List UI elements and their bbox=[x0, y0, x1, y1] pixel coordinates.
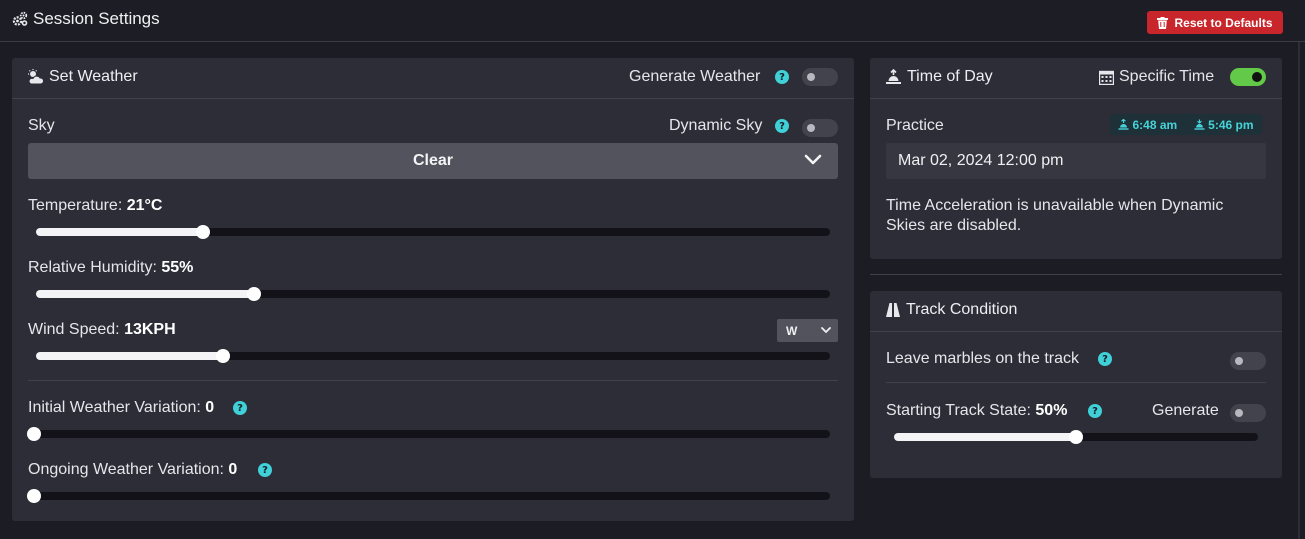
humidity-slider-fill bbox=[36, 290, 254, 298]
sky-select-value: Clear bbox=[412, 152, 454, 169]
session-settings-header: Session Settings Reset to Defaults bbox=[0, 0, 1305, 42]
trash-icon bbox=[1157, 16, 1169, 29]
track-generate-toggle[interactable] bbox=[1230, 404, 1266, 422]
sunset-badge: 5:46 pm bbox=[1194, 117, 1254, 132]
time-of-day-title-text: Time of Day bbox=[907, 68, 993, 85]
track-state-label: Starting Track State: 50% bbox=[886, 402, 1067, 420]
generate-weather-toggle[interactable] bbox=[802, 68, 838, 86]
temperature-slider-fill bbox=[36, 228, 203, 236]
reset-button-label: Reset to Defaults bbox=[1174, 15, 1273, 30]
wind-direction-select[interactable]: W bbox=[777, 319, 838, 342]
sunrise-badge: 6:48 am bbox=[1118, 118, 1177, 132]
humidity-slider-thumb[interactable] bbox=[246, 287, 261, 301]
panel-separator bbox=[870, 274, 1282, 275]
sunset-icon bbox=[1194, 119, 1205, 130]
datetime-value: Mar 02, 2024 12:00 pm bbox=[898, 152, 1064, 169]
ongoing-variation-slider-thumb[interactable] bbox=[27, 489, 41, 503]
help-icon[interactable]: ? bbox=[1088, 404, 1102, 418]
divider bbox=[28, 380, 838, 381]
ongoing-variation-label-text: Ongoing Weather Variation: bbox=[28, 461, 229, 478]
specific-time-label: Specific Time bbox=[1099, 68, 1214, 86]
page-title: Session Settings bbox=[12, 9, 160, 29]
humidity-label-text: Relative Humidity: bbox=[28, 259, 162, 276]
humidity-value: 55% bbox=[161, 259, 194, 276]
session-label: Practice bbox=[886, 117, 944, 134]
help-icon[interactable]: ? bbox=[258, 463, 272, 477]
set-weather-title: Set Weather bbox=[27, 68, 138, 86]
scrollbar-track[interactable] bbox=[1298, 42, 1300, 539]
track-state-slider[interactable] bbox=[894, 430, 1258, 444]
wind-speed-slider[interactable] bbox=[36, 349, 830, 363]
wind-speed-value: 13KPH bbox=[124, 321, 176, 338]
reset-to-defaults-button[interactable]: Reset to Defaults bbox=[1147, 11, 1283, 34]
set-weather-header: Set Weather Generate Weather ? bbox=[12, 58, 854, 99]
initial-variation-label: Initial Weather Variation: 0 bbox=[28, 399, 214, 417]
ongoing-variation-label: Ongoing Weather Variation: 0 bbox=[28, 461, 237, 479]
dynamic-sky-toggle[interactable] bbox=[802, 119, 838, 137]
track-condition-title: Track Condition bbox=[885, 301, 1017, 319]
track-state-label-text: Starting Track State: bbox=[886, 402, 1036, 419]
track-state-value: 50% bbox=[1035, 402, 1068, 419]
wind-speed-label: Wind Speed: 13KPH bbox=[28, 321, 176, 339]
marbles-toggle[interactable] bbox=[1230, 352, 1266, 370]
ongoing-variation-slider[interactable] bbox=[27, 489, 830, 503]
temperature-label-text: Temperature: bbox=[28, 197, 127, 214]
specific-time-toggle[interactable] bbox=[1230, 68, 1266, 86]
track-state-slider-thumb[interactable] bbox=[1069, 430, 1083, 444]
generate-weather-label: Generate Weather bbox=[629, 68, 761, 85]
temperature-value: 21°C bbox=[126, 197, 163, 214]
divider bbox=[886, 382, 1266, 383]
initial-variation-label-text: Initial Weather Variation: bbox=[28, 399, 206, 416]
time-of-day-header: Time of Day Specific Time bbox=[870, 58, 1282, 99]
track-state-slider-fill bbox=[894, 433, 1076, 441]
humidity-slider[interactable] bbox=[36, 287, 830, 301]
wind-speed-slider-thumb[interactable] bbox=[216, 349, 231, 363]
help-icon[interactable]: ? bbox=[233, 401, 247, 415]
calendar-icon bbox=[1099, 70, 1114, 85]
sunrise-icon bbox=[1118, 119, 1129, 130]
humidity-label: Relative Humidity: 55% bbox=[28, 259, 193, 277]
wind-speed-label-text: Wind Speed: bbox=[28, 321, 125, 338]
temperature-slider[interactable] bbox=[36, 225, 830, 239]
initial-variation-slider-thumb[interactable] bbox=[27, 427, 41, 441]
cogs-icon bbox=[12, 11, 28, 26]
initial-variation-slider[interactable] bbox=[27, 427, 830, 441]
chevron-down-icon bbox=[821, 327, 831, 334]
sky-select[interactable]: Clear bbox=[28, 143, 838, 179]
help-icon[interactable]: ? bbox=[775, 70, 789, 84]
marbles-label: Leave marbles on the track bbox=[886, 350, 1079, 367]
datetime-input[interactable]: Mar 02, 2024 12:00 pm bbox=[886, 143, 1266, 179]
wind-direction-value: W bbox=[786, 323, 798, 338]
initial-variation-value: 0 bbox=[205, 399, 215, 416]
sun-times: 6:48 am 5:46 pm bbox=[1110, 114, 1262, 135]
track-condition-header: Track Condition bbox=[870, 291, 1282, 332]
sunset-time: 5:46 pm bbox=[1208, 117, 1254, 132]
temperature-label: Temperature: 21°C bbox=[28, 197, 162, 215]
wind-speed-slider-fill bbox=[36, 352, 224, 360]
sunrise-time: 6:48 am bbox=[1132, 117, 1178, 132]
sunrise-icon bbox=[886, 69, 901, 84]
help-icon[interactable]: ? bbox=[775, 119, 789, 133]
track-condition-title-text: Track Condition bbox=[906, 301, 1018, 318]
time-of-day-panel: Time of Day Specific Time Practice 6:48 … bbox=[870, 58, 1282, 259]
time-acceleration-note: Time Acceleration is unavailable when Dy… bbox=[886, 197, 1224, 234]
time-of-day-title: Time of Day bbox=[885, 68, 993, 86]
road-icon bbox=[886, 303, 900, 317]
help-icon[interactable]: ? bbox=[1098, 352, 1112, 366]
specific-time-label-text: Specific Time bbox=[1119, 68, 1215, 85]
cloud-sun-icon bbox=[28, 69, 44, 85]
set-weather-title-text: Set Weather bbox=[49, 68, 138, 85]
set-weather-panel: Set Weather Generate Weather ? Sky Dynam… bbox=[12, 58, 854, 521]
temperature-slider-thumb[interactable] bbox=[195, 225, 210, 239]
track-condition-panel: Track Condition Leave marbles on the tra… bbox=[870, 291, 1282, 478]
chevron-down-icon bbox=[804, 154, 822, 165]
ongoing-variation-value: 0 bbox=[228, 461, 238, 478]
page-title-text: Session Settings bbox=[33, 9, 160, 28]
sky-label: Sky bbox=[28, 117, 55, 134]
dynamic-sky-label: Dynamic Sky bbox=[669, 117, 763, 134]
track-generate-label: Generate bbox=[1152, 402, 1219, 419]
